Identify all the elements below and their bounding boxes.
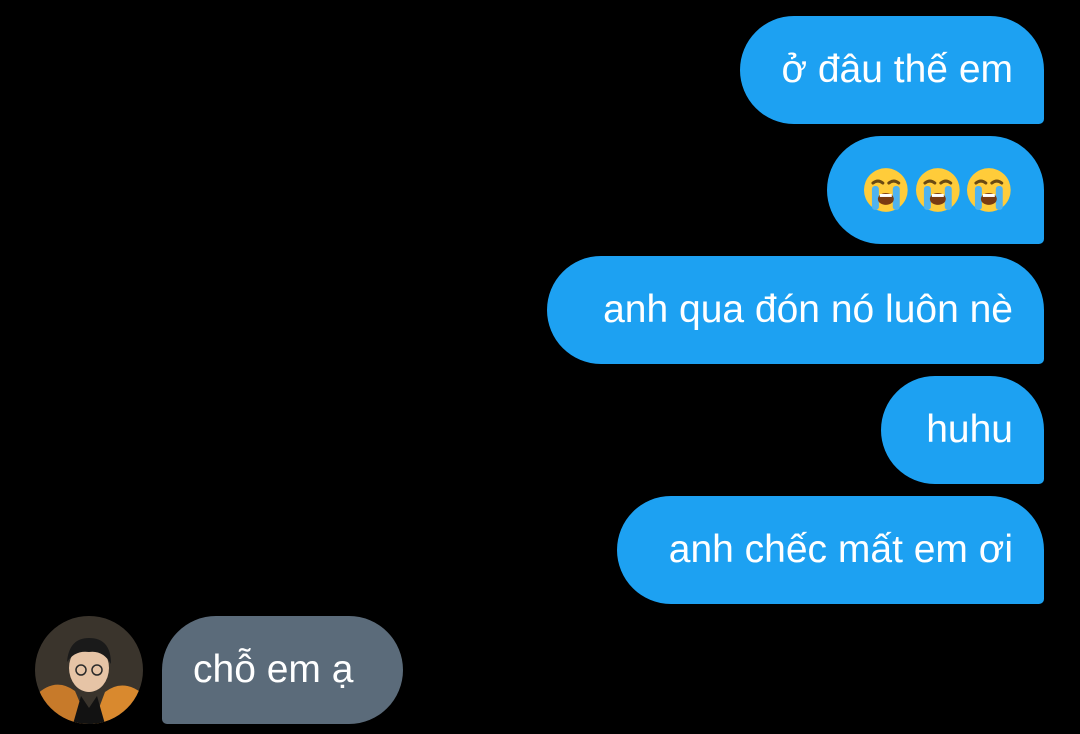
message-text: huhu [926,408,1013,451]
loudly-crying-face-icon [863,168,908,212]
sent-message-bubble[interactable]: ở đâu thế em [740,16,1044,124]
message-text: chỗ em ạ [193,648,354,691]
loudly-crying-face-icon [915,168,960,212]
received-message-bubble[interactable]: chỗ em ạ [162,616,403,724]
sent-message-bubble[interactable]: anh chếc mất em ơi [617,496,1044,604]
contact-avatar[interactable] [35,616,143,724]
sent-message-bubble-emoji[interactable] [827,136,1044,244]
message-text: anh qua đón nó luôn nè [603,288,1013,331]
message-text: anh chếc mất em ơi [668,528,1013,571]
message-thread: ở đâu thế em anh qua đón nó luôn nè huhu… [0,0,1080,734]
message-text: ở đâu thế em [781,48,1013,91]
sent-message-bubble[interactable]: huhu [881,376,1044,484]
loudly-crying-face-icon [967,168,1012,212]
avatar-photo-icon [35,616,143,724]
sent-message-bubble[interactable]: anh qua đón nó luôn nè [547,256,1044,364]
